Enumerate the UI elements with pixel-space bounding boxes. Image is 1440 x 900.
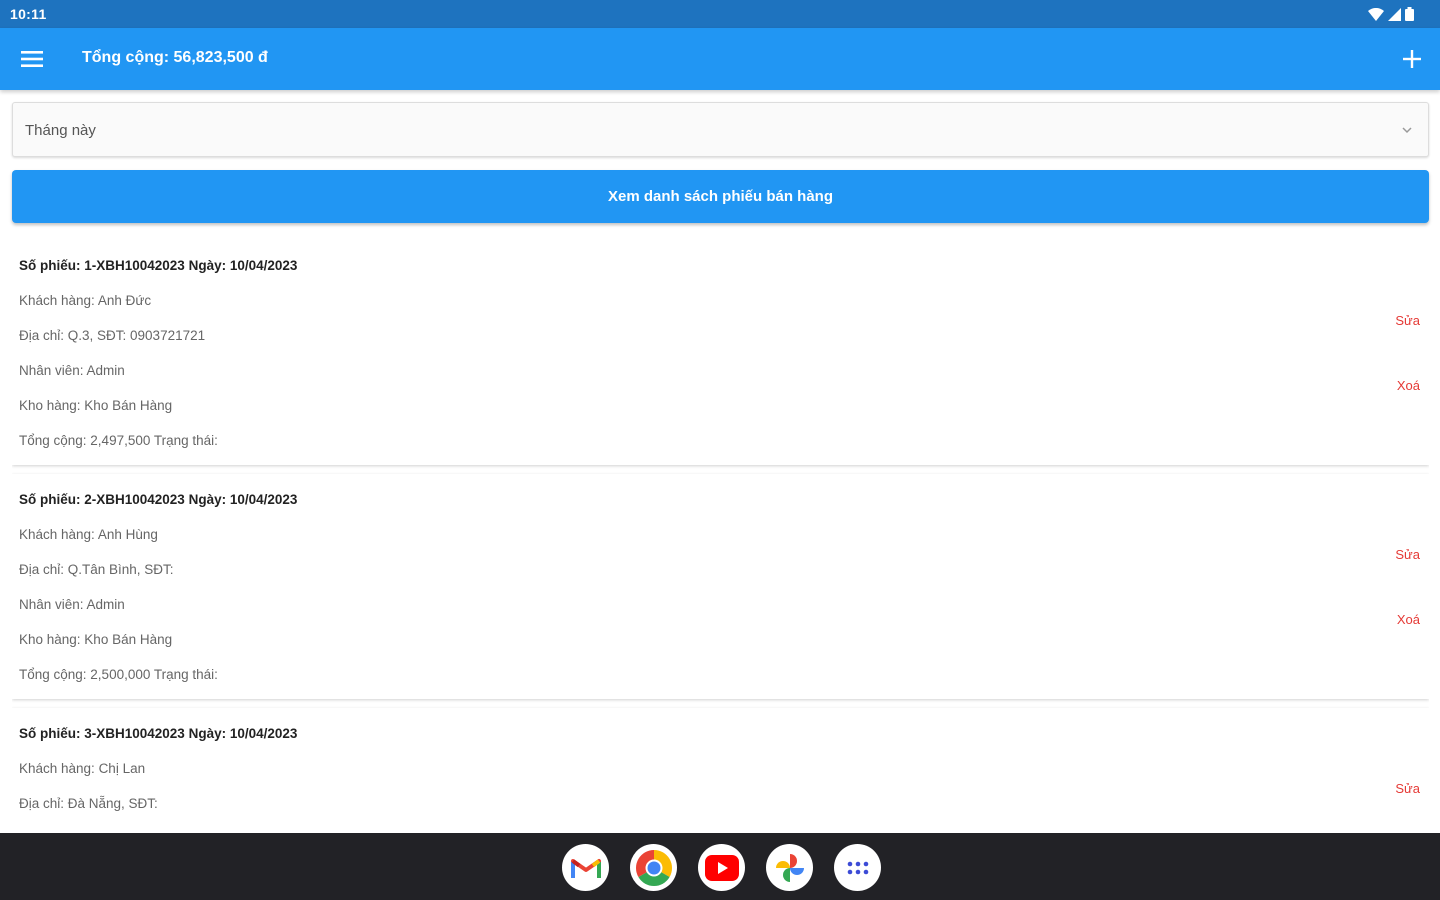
delete-button[interactable]: Xoá — [1397, 378, 1420, 393]
edit-button[interactable]: Sửa — [1395, 313, 1420, 328]
app-bar: Tổng cộng: 56,823,500 đ — [0, 28, 1440, 90]
photos-app[interactable] — [766, 844, 813, 891]
order-list[interactable]: Số phiếu: 1-XBH10042023 Ngày: 10/04/2023… — [12, 240, 1429, 833]
chrome-icon — [635, 849, 672, 886]
delete-button[interactable]: Xoá — [1397, 612, 1420, 627]
wifi-icon — [1368, 7, 1384, 21]
order-staff: Nhân viên: Admin — [19, 597, 125, 612]
view-sales-list-button[interactable]: Xem danh sách phiếu bán hàng — [12, 170, 1429, 223]
period-filter-select[interactable]: Tháng này — [12, 102, 1429, 157]
order-header: Số phiếu: 2-XBH10042023 Ngày: 10/04/2023 — [19, 492, 298, 507]
add-button[interactable] — [1398, 45, 1426, 73]
order-warehouse: Kho hàng: Kho Bán Hàng — [19, 632, 173, 647]
order-customer: Khách hàng: Anh Hùng — [19, 527, 158, 542]
chevron-down-icon — [1402, 127, 1412, 134]
order-customer: Khách hàng: Anh Đức — [19, 293, 152, 308]
page-title: Tổng cộng: 56,823,500 đ — [82, 49, 268, 66]
order-card: Số phiếu: 1-XBH10042023 Ngày: 10/04/2023… — [12, 240, 1429, 465]
edit-button[interactable]: Sửa — [1395, 781, 1420, 796]
order-total: Tổng cộng: 2,500,000 Trạng thái: — [19, 667, 218, 682]
app-drawer[interactable] — [834, 844, 881, 891]
app-drawer-icon — [847, 861, 868, 874]
status-bar: 10:11 — [0, 0, 1440, 28]
order-header: Số phiếu: 1-XBH10042023 Ngày: 10/04/2023 — [19, 258, 298, 273]
order-staff: Nhân viên: Admin — [19, 363, 125, 378]
taskbar — [0, 833, 1440, 900]
order-address: Địa chỉ: Q.3, SĐT: 0903721721 — [19, 328, 206, 343]
order-address: Địa chỉ: Đà Nẵng, SĐT: — [19, 796, 158, 811]
hamburger-menu-icon — [21, 51, 43, 67]
status-icons — [1368, 7, 1414, 21]
order-address: Địa chỉ: Q.Tân Bình, SĐT: — [19, 562, 174, 577]
order-card: Số phiếu: 3-XBH10042023 Ngày: 10/04/2023… — [12, 708, 1429, 833]
chrome-app[interactable] — [630, 844, 677, 891]
order-header: Số phiếu: 3-XBH10042023 Ngày: 10/04/2023 — [19, 726, 298, 741]
plus-icon — [1403, 50, 1421, 68]
youtube-icon — [704, 854, 739, 881]
gmail-app[interactable] — [562, 844, 609, 891]
app-dock — [562, 844, 881, 891]
filter-selected-value: Tháng này — [25, 122, 96, 139]
menu-button[interactable] — [18, 46, 46, 72]
order-card: Số phiếu: 2-XBH10042023 Ngày: 10/04/2023… — [12, 474, 1429, 699]
order-warehouse: Kho hàng: Kho Bán Hàng — [19, 398, 173, 413]
order-customer: Khách hàng: Chị Lan — [19, 761, 146, 776]
youtube-app[interactable] — [698, 844, 745, 891]
gmail-icon — [570, 858, 601, 878]
status-time: 10:11 — [10, 6, 47, 22]
photos-icon — [775, 853, 804, 882]
signal-icon — [1388, 7, 1401, 21]
edit-button[interactable]: Sửa — [1395, 547, 1420, 562]
order-total: Tổng cộng: 2,497,500 Trạng thái: — [19, 433, 218, 448]
battery-icon — [1405, 7, 1414, 21]
